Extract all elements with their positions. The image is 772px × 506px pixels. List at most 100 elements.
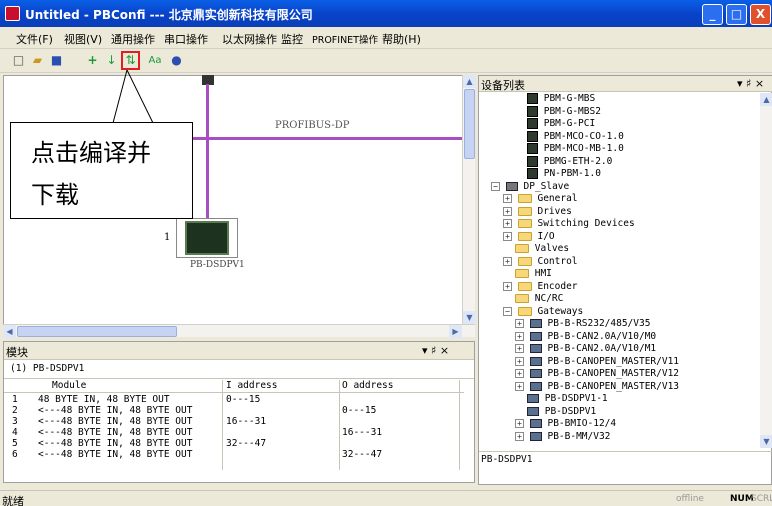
gateway-device-icon: [529, 419, 542, 428]
expand-icon[interactable]: +: [503, 231, 512, 241]
table-row[interactable]: 2 <---48 BYTE IN, 48 BYTE OUT 0---15: [4, 405, 464, 416]
tree-item[interactable]: + General: [503, 193, 578, 205]
tree-item[interactable]: + PB-B-CANOPEN_MASTER/V11: [515, 356, 679, 368]
expand-icon[interactable]: +: [503, 194, 512, 203]
expand-icon[interactable]: +: [515, 356, 524, 366]
tree-item-label: HMI: [534, 268, 552, 279]
table-cell-i: 0---15: [226, 394, 261, 405]
table-cell-num: 3: [12, 416, 18, 427]
expand-icon[interactable]: −: [491, 181, 500, 191]
device-node[interactable]: [176, 218, 238, 258]
tree-item[interactable]: PBM-MCO-CO-1.0: [515, 130, 624, 143]
scroll-left-icon[interactable]: ◀: [3, 325, 16, 338]
tree-item[interactable]: + PB-B-CANOPEN_MASTER/V12: [515, 368, 679, 380]
expand-icon[interactable]: +: [503, 256, 512, 266]
expand-icon[interactable]: +: [503, 281, 512, 291]
column-header[interactable]: O address: [342, 380, 393, 391]
close-button[interactable]: X: [750, 4, 771, 25]
expand-icon[interactable]: +: [503, 219, 512, 228]
gateway-device-icon: [529, 431, 542, 441]
folder-icon: [517, 231, 532, 241]
title-bar[interactable]: Untitled - PBConfi --- 北京鼎实创新科技有限公司 _ □ …: [0, 0, 772, 27]
tree-item[interactable]: + Switching Devices: [503, 218, 635, 230]
expand-icon[interactable]: +: [515, 331, 524, 341]
tree-item[interactable]: PBM-G-MBS: [515, 93, 595, 105]
menu-ethernet-ops[interactable]: 以太网操作: [222, 31, 277, 47]
expand-icon[interactable]: −: [503, 306, 512, 316]
tree-item[interactable]: + I/O: [503, 231, 555, 243]
tree-item[interactable]: + PB-B-RS232/485/V35: [515, 318, 650, 330]
tree-item[interactable]: + PB-BMIO-12/4: [515, 418, 616, 430]
expand-icon[interactable]: +: [515, 419, 524, 428]
menu-view[interactable]: 视图(V): [64, 31, 102, 47]
tree-item[interactable]: − DP_Slave: [491, 181, 569, 193]
table-row[interactable]: 3 <---48 BYTE IN, 48 BYTE OUT 16---31: [4, 416, 464, 427]
table-row[interactable]: 6 <---48 BYTE IN, 48 BYTE OUT 32---47: [4, 449, 464, 460]
tree-item[interactable]: Valves: [503, 243, 569, 255]
scroll-up-icon[interactable]: ▲: [463, 75, 476, 88]
tree-item[interactable]: PBM-G-PCI: [515, 118, 595, 130]
module-table-body: 1 48 BYTE IN, 48 BYTE OUT 0---15 2 <---48 BY…: [4, 394, 464, 460]
tree-item[interactable]: + Encoder: [503, 281, 578, 293]
expand-icon[interactable]: +: [515, 319, 524, 328]
expand-icon[interactable]: +: [515, 369, 524, 378]
scroll-thumb[interactable]: [464, 89, 475, 159]
menu-help[interactable]: 帮助(H): [382, 31, 421, 47]
tree-item[interactable]: PBM-G-MBS2: [515, 105, 601, 118]
menu-file[interactable]: 文件(F): [16, 31, 53, 47]
table-row[interactable]: 1 48 BYTE IN, 48 BYTE OUT 0---15: [4, 394, 464, 405]
tree-item[interactable]: PBMG-ETH-2.0: [515, 155, 612, 168]
tree-item[interactable]: + PB-B-CAN2.0A/V10/M1: [515, 343, 656, 355]
tree-item[interactable]: + PB-B-MM/V32: [515, 431, 610, 443]
module-panel-header: 模块 ▾ ♯ ×: [4, 342, 474, 360]
device-tree-scrollbar[interactable]: ▲ ▼: [760, 93, 772, 448]
tree-item-label: PBM-G-PCI: [543, 118, 596, 129]
scroll-down-icon[interactable]: ▼: [463, 311, 476, 324]
device-list-panel: 设备列表 ▾ ♯ × PBM-G-MBS PBM-G-MBS2 PBM-G-PC…: [478, 75, 772, 485]
tree-item[interactable]: + PB-B-CAN2.0A/V10/M0: [515, 331, 656, 343]
expand-icon[interactable]: +: [515, 381, 524, 391]
tree-item[interactable]: HMI: [503, 268, 552, 280]
panel-pin-controls[interactable]: ▾ ♯ ×: [737, 77, 764, 90]
table-cell-num: 6: [12, 449, 18, 460]
menu-general-ops[interactable]: 通用操作: [111, 31, 155, 47]
column-header[interactable]: Module: [52, 380, 86, 391]
column-header[interactable]: I address: [226, 380, 277, 391]
app-icon: [5, 6, 20, 21]
tree-item[interactable]: PN-PBM-1.0: [515, 168, 601, 180]
tree-item[interactable]: PB-DSDPV1-1: [515, 393, 608, 405]
menu-monitor[interactable]: 监控: [281, 31, 303, 47]
table-cell-module: <---48 BYTE IN, 48 BYTE OUT: [38, 416, 193, 427]
menu-serial-ops[interactable]: 串口操作: [164, 31, 208, 47]
table-row[interactable]: 4 <---48 BYTE IN, 48 BYTE OUT 16---31: [4, 427, 464, 438]
divider: [479, 451, 772, 452]
scroll-down-icon[interactable]: ▼: [760, 435, 772, 448]
tree-item[interactable]: + Control: [503, 256, 578, 268]
tree-item[interactable]: + Drives: [503, 206, 572, 218]
gateway-device-icon: [529, 319, 542, 328]
tree-item[interactable]: PB-DSDPV1: [515, 406, 596, 418]
minimize-button[interactable]: _: [702, 4, 723, 25]
module-panel-title: 模块: [6, 346, 28, 359]
scroll-up-icon[interactable]: ▲: [760, 93, 772, 106]
expand-icon[interactable]: +: [503, 206, 512, 216]
menu-profinet-ops[interactable]: PROFINET操作: [312, 32, 378, 46]
expand-icon[interactable]: +: [515, 344, 524, 353]
table-row[interactable]: 5 <---48 BYTE IN, 48 BYTE OUT 32---47: [4, 438, 464, 449]
tree-item[interactable]: + PB-B-CANOPEN_MASTER/V13: [515, 381, 679, 393]
hscroll-thumb[interactable]: [17, 326, 177, 337]
tree-item-label: PBM-G-MBS2: [543, 105, 601, 117]
expand-icon[interactable]: +: [515, 431, 524, 441]
maximize-button[interactable]: □: [726, 4, 747, 25]
panel-pin-controls[interactable]: ▾ ♯ ×: [422, 344, 449, 357]
tree-item[interactable]: NC/RC: [503, 293, 563, 305]
canvas-horizontal-scrollbar[interactable]: ◀ ▶: [3, 324, 475, 338]
tree-item[interactable]: PBM-MCO-MB-1.0: [515, 143, 624, 155]
scroll-right-icon[interactable]: ▶: [449, 325, 462, 338]
tree-item[interactable]: − Gateways: [503, 306, 583, 318]
tree-item-label: PB-BMIO-12/4: [547, 418, 617, 429]
divider: [4, 378, 474, 379]
canvas-vertical-scrollbar[interactable]: ▲ ▼: [462, 75, 476, 324]
table-cell-num: 2: [12, 405, 18, 416]
status-bar: 就绪 offline NUM SCRL: [0, 490, 772, 506]
